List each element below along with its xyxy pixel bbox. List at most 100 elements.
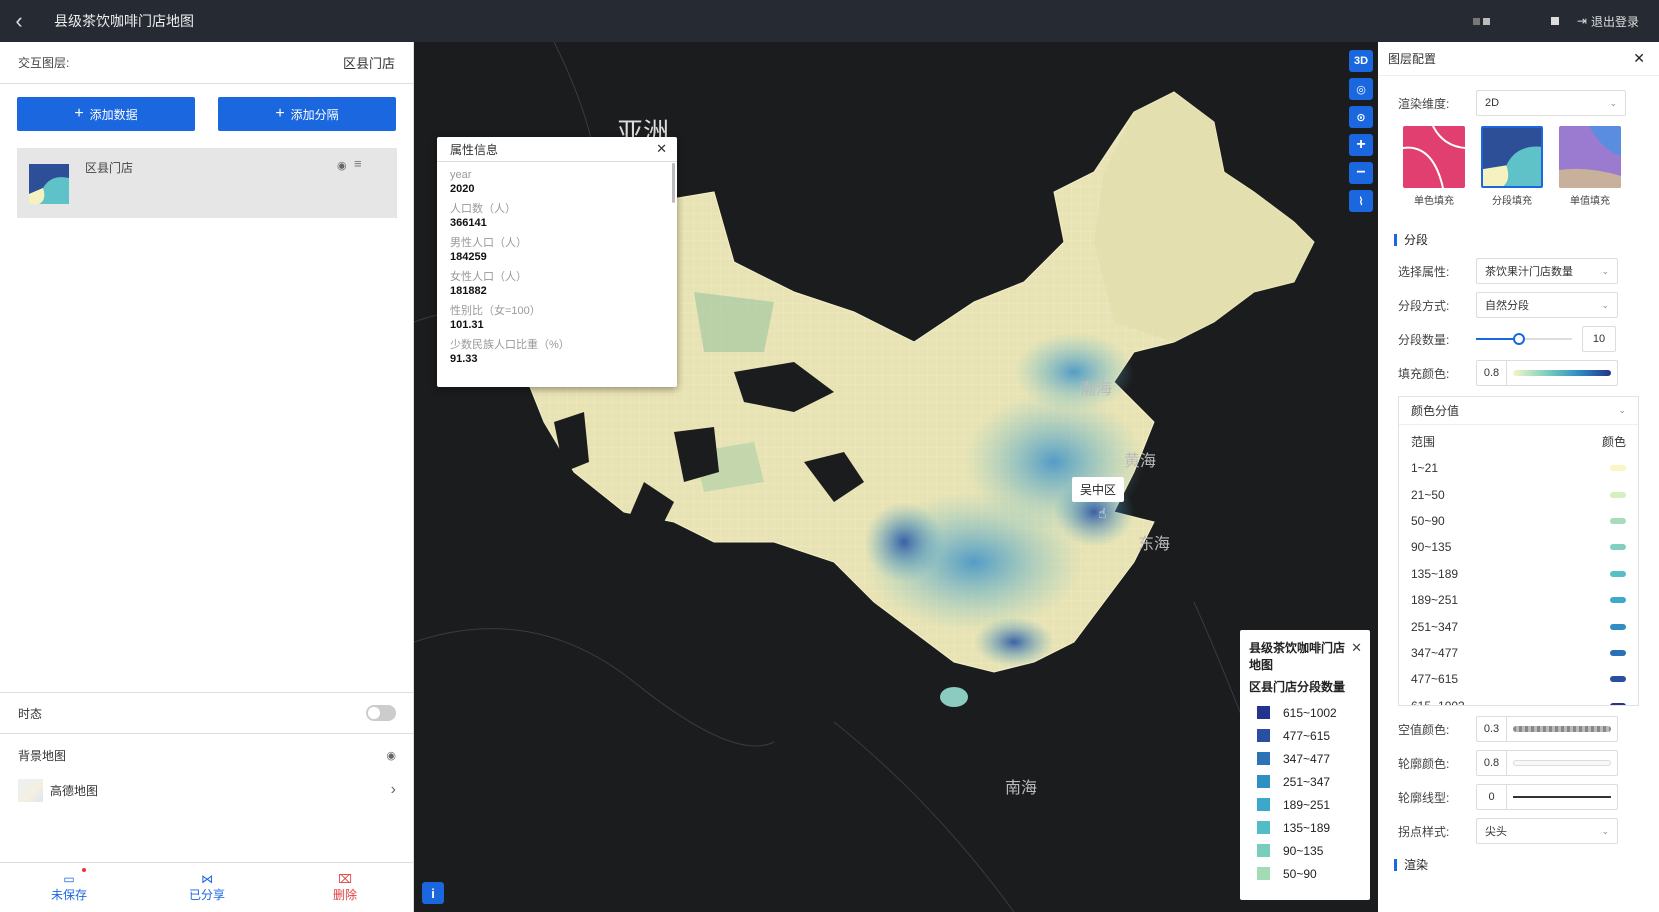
label-bohai: 渤海 bbox=[1080, 381, 1113, 398]
share-icon: ⋈ bbox=[201, 872, 213, 886]
method-select[interactable]: 自然分段 ⌄ bbox=[1476, 292, 1618, 318]
legend-item: 50~90 bbox=[1240, 862, 1370, 885]
segment-fill-thumbnail bbox=[1481, 126, 1543, 188]
outline-type-label: 轮廓线型: bbox=[1398, 790, 1450, 805]
layout-icon[interactable] bbox=[1472, 14, 1493, 28]
fullscreen-icon[interactable] bbox=[1550, 17, 1559, 25]
zoom-out-icon[interactable]: − bbox=[1349, 162, 1373, 184]
range-row[interactable]: 1~21 bbox=[1399, 455, 1638, 481]
eye-icon[interactable]: ◉ bbox=[386, 749, 396, 762]
3d-toggle-button[interactable]: 3D bbox=[1349, 50, 1373, 72]
fill-type-single[interactable]: 单色填充 bbox=[1403, 126, 1465, 207]
terrain-icon[interactable]: ⌇ bbox=[1349, 190, 1373, 212]
legend-swatch bbox=[1257, 752, 1270, 765]
range-row[interactable]: 189~251 bbox=[1399, 587, 1638, 613]
add-data-button[interactable]: + 添加数据 bbox=[17, 97, 195, 131]
interact-layer-value[interactable]: 区县门店 bbox=[343, 53, 395, 72]
range-color-swatch[interactable] bbox=[1610, 465, 1626, 472]
legend-label: 347~477 bbox=[1283, 751, 1331, 766]
legend-label: 90~135 bbox=[1283, 843, 1324, 858]
outline-type-picker[interactable]: 0 bbox=[1476, 784, 1618, 810]
method-label: 分段方式: bbox=[1398, 298, 1450, 313]
pin-icon[interactable]: ⊙ bbox=[1349, 106, 1373, 128]
delete-button[interactable]: ⌧ 删除 bbox=[276, 863, 414, 912]
range-color-swatch[interactable] bbox=[1610, 491, 1626, 498]
range-row[interactable]: 135~189 bbox=[1399, 561, 1638, 587]
layer-card[interactable]: 区县门店 ◉ ≡ bbox=[17, 148, 397, 218]
range-row[interactable]: 21~50 bbox=[1399, 481, 1638, 507]
basemap-item[interactable]: 高德地图 › bbox=[0, 770, 414, 810]
field-value: 2020 bbox=[450, 183, 475, 195]
legend-item: 477~615 bbox=[1240, 724, 1370, 747]
range-label: 477~615 bbox=[1411, 672, 1459, 687]
range-row[interactable]: 615~1002 bbox=[1399, 693, 1638, 705]
field-value: 184259 bbox=[450, 251, 487, 263]
popup-field: 少数民族人口比重（%） 91.33 bbox=[437, 338, 677, 366]
count-input[interactable]: 10 bbox=[1582, 326, 1616, 352]
popup-scrollbar[interactable] bbox=[672, 163, 675, 203]
popup-field: 人口数（人） 366141 bbox=[437, 202, 677, 230]
color-value-box: 颜色分值 ⌄ 范围 颜色 1~21 21~50 50~90 90~135 135~189… bbox=[1398, 396, 1639, 706]
chevron-down-icon: ⌄ bbox=[1601, 265, 1609, 276]
range-color-swatch[interactable] bbox=[1610, 702, 1626, 705]
add-group-button[interactable]: + 添加分隔 bbox=[218, 97, 396, 131]
section-segment: 分段 bbox=[1378, 231, 1659, 248]
range-row[interactable]: 90~135 bbox=[1399, 534, 1638, 560]
attr-select[interactable]: 茶饮果汁门店数量 ⌄ bbox=[1476, 258, 1618, 284]
close-icon[interactable]: ✕ bbox=[1633, 50, 1645, 67]
range-label: 135~189 bbox=[1411, 566, 1459, 581]
legend-item: 251~347 bbox=[1240, 770, 1370, 793]
legend-label: 477~615 bbox=[1283, 728, 1331, 743]
eye-icon[interactable]: ◉ bbox=[337, 159, 347, 172]
range-color-swatch[interactable] bbox=[1610, 649, 1626, 656]
range-color-swatch[interactable] bbox=[1610, 623, 1626, 630]
range-label: 50~90 bbox=[1411, 513, 1445, 528]
save-button[interactable]: ▭ 未保存 bbox=[0, 863, 138, 912]
back-icon[interactable]: ‹ bbox=[0, 8, 38, 34]
range-color-swatch[interactable] bbox=[1610, 597, 1626, 604]
range-row[interactable]: 50~90 bbox=[1399, 508, 1638, 534]
range-row[interactable]: 347~477 bbox=[1399, 640, 1638, 666]
slider-handle[interactable] bbox=[1513, 333, 1526, 345]
time-toggle[interactable] bbox=[366, 705, 396, 721]
range-header: 范围 bbox=[1411, 434, 1436, 449]
basemap-name: 高德地图 bbox=[50, 783, 99, 798]
info-button[interactable]: i bbox=[422, 882, 444, 904]
corner-label: 拐点样式: bbox=[1398, 824, 1450, 839]
legend-item: 347~477 bbox=[1240, 747, 1370, 770]
close-icon[interactable]: ✕ bbox=[656, 141, 667, 157]
locate-icon[interactable]: ◎ bbox=[1349, 78, 1373, 100]
chevron-right-icon: › bbox=[390, 781, 396, 798]
corner-select[interactable]: 尖头 ⌄ bbox=[1476, 818, 1618, 844]
outline-color-picker[interactable]: 0.8 bbox=[1476, 750, 1618, 776]
zoom-in-icon[interactable]: + bbox=[1349, 134, 1373, 156]
legend-item: 90~135 bbox=[1240, 839, 1370, 862]
range-color-swatch[interactable] bbox=[1610, 676, 1626, 683]
save-icon: ▭ bbox=[63, 868, 86, 886]
trash-icon: ⌧ bbox=[338, 872, 352, 886]
legend-subtitle: 区县门店分段数量 bbox=[1249, 680, 1346, 694]
render-dim-select[interactable]: 2D ⌄ bbox=[1476, 90, 1626, 116]
fill-color-picker[interactable]: 0.8 bbox=[1476, 360, 1618, 386]
drag-handle-icon[interactable]: ≡ bbox=[354, 156, 362, 171]
range-color-swatch[interactable] bbox=[1610, 517, 1626, 524]
share-button[interactable]: ⋈ 已分享 bbox=[138, 863, 276, 912]
basemap-label: 背景地图 bbox=[18, 748, 67, 763]
null-color-picker[interactable]: 0.3 bbox=[1476, 716, 1618, 742]
cursor-icon: ☝ bbox=[1098, 505, 1107, 521]
close-icon[interactable]: ✕ bbox=[1351, 640, 1362, 674]
range-row[interactable]: 251~347 bbox=[1399, 613, 1638, 639]
range-color-swatch[interactable] bbox=[1610, 570, 1626, 577]
time-label: 时态 bbox=[18, 706, 43, 721]
single-fill-thumbnail bbox=[1403, 126, 1465, 188]
count-slider[interactable] bbox=[1476, 329, 1572, 349]
label-east-sea: 东海 bbox=[1138, 536, 1171, 553]
range-row[interactable]: 477~615 bbox=[1399, 666, 1638, 692]
range-color-swatch[interactable] bbox=[1610, 544, 1626, 551]
layer-thumbnail-icon bbox=[29, 164, 69, 204]
logout-button[interactable]: ⇥ 退出登录 bbox=[1577, 13, 1639, 30]
fill-type-segment[interactable]: 分段填充 bbox=[1481, 126, 1543, 207]
fill-type-unique[interactable]: 单值填充 bbox=[1559, 126, 1621, 207]
color-value-header[interactable]: 颜色分值 ⌄ bbox=[1399, 397, 1638, 425]
legend-label: 135~189 bbox=[1283, 820, 1331, 835]
